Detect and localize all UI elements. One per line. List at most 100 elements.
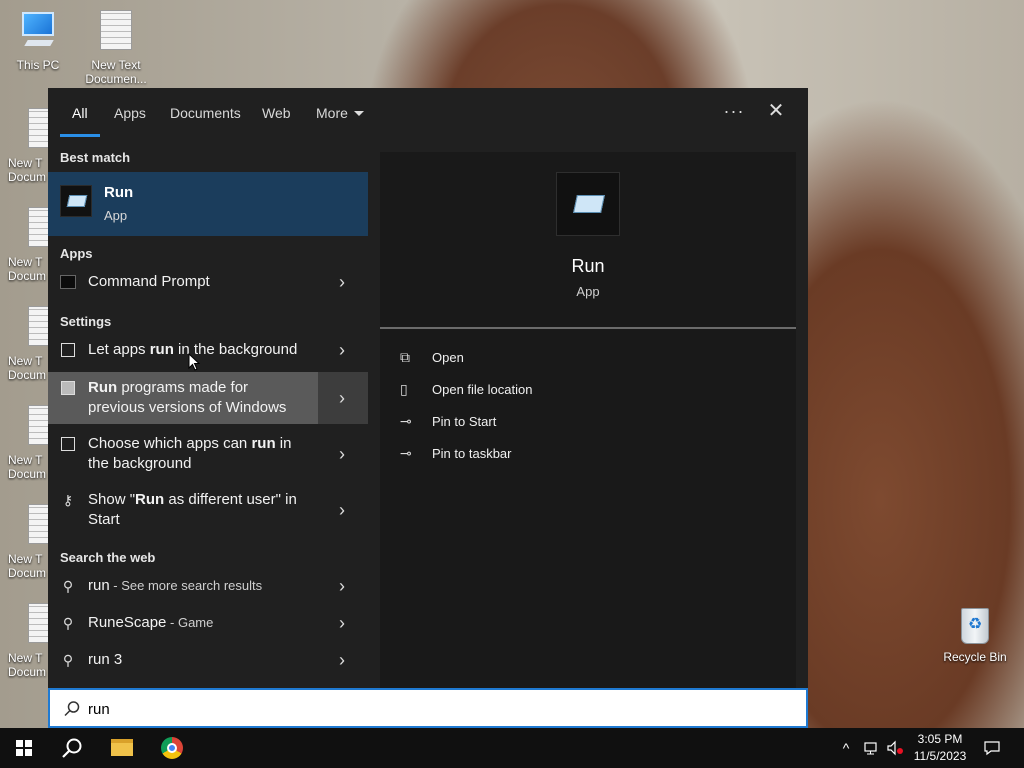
desktop-icon-text-document[interactable]: New Text Documen... xyxy=(78,10,154,86)
chevron-right-icon[interactable]: › xyxy=(332,388,352,408)
tab-web[interactable]: Web xyxy=(262,88,291,140)
computer-icon xyxy=(18,10,58,50)
search-tabs: All Apps Documents Web More ··· ✕ xyxy=(48,88,808,140)
pin-icon: ⊸ xyxy=(400,413,412,429)
action-open-file-location[interactable]: ▯ Open file location xyxy=(400,378,700,402)
result-label: run 3 xyxy=(88,651,123,668)
tab-all[interactable]: All xyxy=(72,88,88,140)
desktop-icon-label: Recycle Bin xyxy=(943,650,1007,664)
close-icon[interactable]: ✕ xyxy=(764,100,788,124)
active-tab-indicator xyxy=(60,134,100,137)
action-label: Pin to Start xyxy=(432,414,497,429)
taskbar-clock[interactable]: 3:05 PM 11/5/2023 xyxy=(906,731,974,765)
desktop-icon-text-document[interactable]: New T Docum xyxy=(0,306,52,382)
taskbar-chrome[interactable] xyxy=(148,728,196,768)
open-icon: ⧉ xyxy=(400,349,410,365)
desktop-icon-label: New T Docum xyxy=(8,552,47,580)
folder-icon xyxy=(111,739,133,756)
command-prompt-icon xyxy=(60,274,76,290)
action-label: Open file location xyxy=(432,382,533,397)
taskbar-search-button[interactable] xyxy=(48,728,96,768)
taskbar: ^ 3:05 PM 11/5/2023 xyxy=(0,728,1024,768)
action-label: Pin to taskbar xyxy=(432,446,512,461)
desktop-icon-text-document[interactable]: New T Docum xyxy=(0,207,52,283)
windows-logo-icon xyxy=(16,740,32,756)
desktop-icon-recycle-bin[interactable]: ♻ Recycle Bin xyxy=(937,602,1013,664)
chevron-right-icon[interactable]: › xyxy=(332,340,352,360)
result-web-run-3[interactable]: ⚲ run 3 › xyxy=(48,642,368,678)
detail-subtitle: App xyxy=(576,284,600,299)
detail-divider xyxy=(380,327,796,329)
desktop-icon-text-document[interactable]: New T Docum xyxy=(0,504,52,580)
pin-icon: ⊸ xyxy=(400,445,412,461)
result-label: Command Prompt xyxy=(88,273,210,290)
desktop-icon-label: New T Docum xyxy=(8,354,47,382)
result-command-prompt[interactable]: Command Prompt › xyxy=(48,264,368,300)
start-button[interactable] xyxy=(0,728,48,768)
action-pin-to-start[interactable]: ⊸ Pin to Start xyxy=(400,410,700,434)
desktop-icon-label: This PC xyxy=(16,58,60,72)
caret-down-icon xyxy=(353,111,364,116)
file-location-icon: ▯ xyxy=(400,381,408,397)
chevron-right-icon[interactable]: › xyxy=(332,272,352,292)
taskbar-file-explorer[interactable] xyxy=(98,728,146,768)
result-setting-run-as-different-user[interactable]: ⚷ Show "Run as different user" in Start … xyxy=(48,484,368,536)
section-apps: Apps xyxy=(60,246,93,261)
chevron-right-icon[interactable]: › xyxy=(332,613,352,633)
run-app-icon xyxy=(60,185,92,217)
run-app-icon xyxy=(556,172,620,236)
result-setting-choose-background-apps[interactable]: Choose which apps can run in the backgro… xyxy=(48,428,368,480)
search-icon: ⚲ xyxy=(62,578,74,594)
result-detail-pane: Run App ⧉ Open ▯ Open file location ⊸ Pi… xyxy=(380,152,796,688)
chrome-icon xyxy=(161,737,183,759)
search-box[interactable] xyxy=(48,688,808,728)
action-pin-to-taskbar[interactable]: ⊸ Pin to taskbar xyxy=(400,442,700,466)
mouse-cursor-icon xyxy=(188,353,200,371)
chevron-right-icon[interactable]: › xyxy=(332,444,352,464)
desktop-icon-label: New T Docum xyxy=(8,156,47,184)
text-document-icon xyxy=(100,10,132,50)
result-label: Show "Run as different user" in Start xyxy=(88,491,297,528)
result-label: RuneScape - Game xyxy=(88,614,214,631)
network-icon[interactable] xyxy=(860,728,882,768)
search-icon xyxy=(64,701,80,717)
desktop-icon-text-document[interactable]: New T Docum xyxy=(0,405,52,481)
result-web-runescape[interactable]: ⚲ RuneScape - Game › xyxy=(48,605,368,641)
result-web-run[interactable]: ⚲ run - See more search results › xyxy=(48,568,368,604)
section-best-match: Best match xyxy=(60,150,131,165)
search-icon xyxy=(62,738,82,758)
result-setting-compatibility[interactable]: Run programs made for previous versions … xyxy=(48,372,318,424)
more-options-icon[interactable]: ··· xyxy=(722,100,746,124)
search-input[interactable] xyxy=(88,696,788,722)
chevron-right-icon[interactable]: › xyxy=(332,650,352,670)
desktop-icon-text-document[interactable]: New T Docum xyxy=(0,603,52,679)
section-settings: Settings xyxy=(60,314,112,329)
desktop-icon-label: New T Docum xyxy=(8,453,47,481)
volume-muted-icon[interactable] xyxy=(884,728,906,768)
desktop-icon-text-document[interactable]: New T Docum xyxy=(0,108,52,184)
compatibility-icon xyxy=(60,380,76,396)
best-match-run[interactable]: Run App xyxy=(48,172,368,236)
tab-more[interactable]: More xyxy=(316,88,364,140)
result-label: run - See more search results xyxy=(88,577,263,594)
result-label: Choose which apps can run in the backgro… xyxy=(88,435,292,472)
result-setting-background-apps[interactable]: Let apps run in the background › xyxy=(48,332,368,368)
desktop-icon-label: New Text Documen... xyxy=(85,58,147,86)
desktop-icon-label: New T Docum xyxy=(8,255,47,283)
action-open[interactable]: ⧉ Open xyxy=(400,346,700,370)
clock-time: 3:05 PM xyxy=(917,732,963,746)
result-arrow-box[interactable]: › xyxy=(318,372,368,424)
tab-documents[interactable]: Documents xyxy=(170,88,241,140)
notifications-icon[interactable] xyxy=(980,728,1004,768)
tab-apps[interactable]: Apps xyxy=(114,88,146,140)
tray-overflow-icon[interactable]: ^ xyxy=(836,728,856,768)
chevron-right-icon[interactable]: › xyxy=(332,576,352,596)
best-match-title: Run xyxy=(104,184,134,201)
search-icon: ⚲ xyxy=(62,652,74,668)
results-list: Best match Run App Apps Command Prompt ›… xyxy=(48,140,368,688)
desktop-icon-label: New T Docum xyxy=(8,651,47,679)
search-icon: ⚲ xyxy=(62,615,74,631)
chevron-right-icon[interactable]: › xyxy=(332,500,352,520)
clock-date: 11/5/2023 xyxy=(913,749,967,763)
desktop-icon-this-pc[interactable]: This PC xyxy=(0,10,76,72)
